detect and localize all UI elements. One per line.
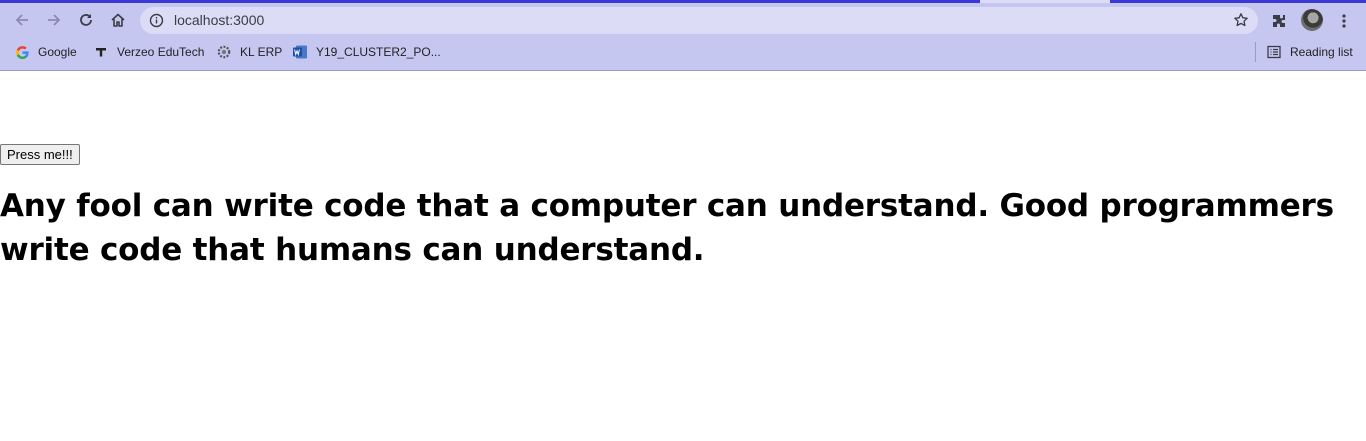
bookmark-google[interactable]: Google (14, 41, 77, 63)
home-button[interactable] (105, 7, 131, 33)
url-text[interactable]: localhost:3000 (174, 12, 264, 28)
reading-list-button[interactable]: Reading list (1266, 41, 1353, 63)
browser-chrome: localhost:3000 Google Verzeo EduTech KL … (0, 0, 1366, 71)
address-bar[interactable]: localhost:3000 (140, 7, 1258, 34)
bookmarks-divider (1255, 42, 1256, 62)
bookmark-label: Google (38, 45, 77, 59)
back-arrow-icon (15, 14, 28, 26)
word-doc-icon (292, 44, 308, 60)
bookmark-label: Y19_CLUSTER2_PO... (316, 45, 441, 59)
reload-icon (80, 14, 92, 26)
kebab-menu-icon[interactable] (1334, 11, 1354, 31)
reading-list-label: Reading list (1290, 45, 1353, 59)
bookmark-label: KL ERP (240, 45, 283, 59)
forward-button[interactable] (41, 7, 67, 33)
bookmarks-bar: Google Verzeo EduTech KL ERP Y19_CLUSTER… (0, 37, 1366, 67)
bookmark-kl-erp[interactable]: KL ERP (216, 41, 282, 63)
bookmark-label: Verzeo EduTech (117, 45, 205, 59)
gear-icon (216, 44, 232, 60)
bookmark-star-icon[interactable] (1232, 11, 1250, 29)
press-me-button[interactable]: Press me!!! (0, 144, 80, 165)
reload-button[interactable] (73, 7, 99, 33)
quote-heading: Any fool can write code that a computer … (0, 188, 1334, 268)
browser-toolbar: localhost:3000 (0, 3, 1366, 37)
extensions-icon[interactable] (1269, 11, 1289, 31)
profile-avatar[interactable] (1301, 9, 1323, 31)
bookmark-verzeo[interactable]: Verzeo EduTech (93, 41, 204, 63)
reading-list-icon (1266, 44, 1282, 60)
verzeo-icon (93, 44, 109, 60)
back-button[interactable] (9, 7, 35, 33)
forward-arrow-icon (48, 14, 61, 26)
google-icon (14, 44, 30, 60)
home-icon (111, 13, 125, 27)
bookmark-word-doc[interactable]: Y19_CLUSTER2_PO... (292, 41, 441, 63)
site-info-icon[interactable] (148, 12, 165, 29)
